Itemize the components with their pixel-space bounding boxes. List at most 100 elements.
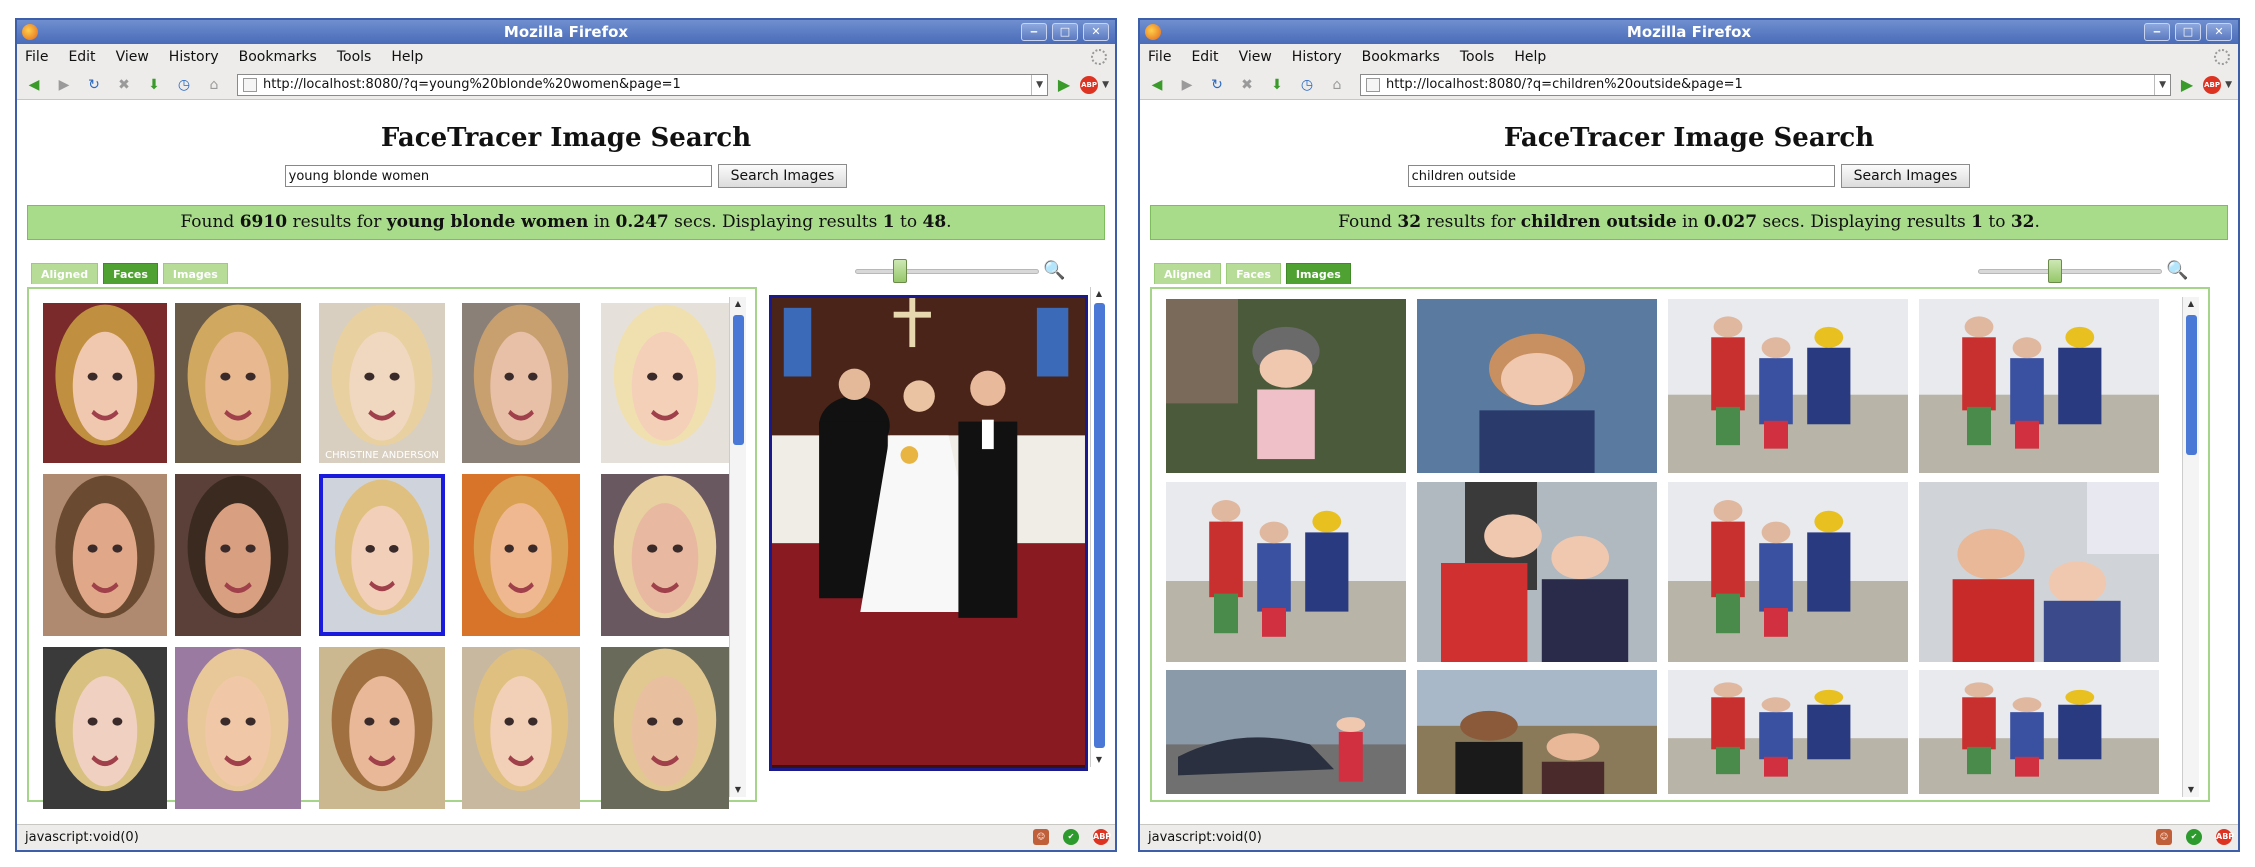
history-icon[interactable]: ◷ (1298, 76, 1316, 94)
menu-view[interactable]: View (116, 49, 149, 65)
menu-bookmarks[interactable]: Bookmarks (1362, 49, 1440, 65)
maximize-icon[interactable]: □ (2175, 23, 2201, 41)
image-thumbnail[interactable] (1166, 670, 1406, 794)
face-thumbnail[interactable] (175, 647, 301, 809)
page-scroll-down-icon[interactable]: ▼ (1091, 753, 1107, 767)
size-slider[interactable]: 🔍 (855, 259, 1065, 283)
tab-images[interactable]: Images (162, 263, 228, 284)
close-icon[interactable]: ✕ (2206, 23, 2232, 41)
image-thumbnail[interactable] (1166, 482, 1406, 662)
face-thumbnail[interactable] (43, 303, 167, 463)
adblock-dropdown-icon[interactable]: ▼ (1102, 80, 1109, 90)
scroll-down-icon[interactable]: ▼ (2183, 783, 2199, 797)
adblock-status-icon[interactable]: ABP (2216, 829, 2234, 845)
image-thumbnail[interactable] (1919, 670, 2159, 794)
minimize-icon[interactable]: ‒ (2144, 23, 2170, 41)
download-icon[interactable]: ⬇ (1268, 76, 1286, 94)
menu-file[interactable]: File (1148, 49, 1171, 65)
face-thumbnail[interactable] (175, 303, 301, 463)
slider-track[interactable] (855, 269, 1039, 274)
image-thumbnail[interactable] (1919, 482, 2159, 662)
results-scrollbar[interactable]: ▲ ▼ (729, 297, 746, 797)
addon-icon[interactable]: ☺ (1033, 829, 1049, 845)
face-thumbnail[interactable] (601, 647, 729, 809)
search-button[interactable]: Search Images (717, 164, 848, 188)
image-thumbnail[interactable] (1668, 299, 1908, 473)
face-thumbnail[interactable] (601, 474, 729, 636)
url-bar[interactable]: http://localhost:8080/?q=children%20outs… (1360, 73, 2172, 96)
home-icon[interactable]: ⌂ (1328, 76, 1346, 94)
menu-tools[interactable]: Tools (1460, 49, 1495, 65)
check-icon[interactable]: ✔ (2186, 829, 2202, 845)
home-icon[interactable]: ⌂ (205, 76, 223, 94)
image-thumbnail[interactable] (1919, 299, 2159, 473)
search-input[interactable] (1407, 165, 1835, 187)
search-button[interactable]: Search Images (1840, 164, 1971, 188)
forward-icon[interactable]: ▶ (55, 76, 73, 94)
back-icon[interactable]: ◀ (25, 76, 43, 94)
face-thumbnail[interactable]: CHRISTINE ANDERSON (319, 303, 445, 463)
image-thumbnail[interactable] (1166, 299, 1406, 473)
adblock-dropdown-icon[interactable]: ▼ (2225, 80, 2232, 90)
title-bar[interactable]: Mozilla Firefox ‒ □ ✕ (17, 20, 1115, 44)
menu-edit[interactable]: Edit (68, 49, 95, 65)
addon-icon[interactable]: ☺ (2156, 829, 2172, 845)
menu-bookmarks[interactable]: Bookmarks (239, 49, 317, 65)
menu-file[interactable]: File (25, 49, 48, 65)
adblock-icon[interactable]: ABP (2203, 75, 2222, 94)
url-dropdown-icon[interactable]: ▼ (2154, 74, 2170, 95)
title-bar[interactable]: Mozilla Firefox ‒ □ ✕ (1140, 20, 2238, 44)
face-thumbnail[interactable] (43, 647, 167, 809)
slider-track[interactable] (1978, 269, 2162, 274)
page-scroll-up-icon[interactable]: ▲ (1091, 287, 1107, 301)
preview-image[interactable] (769, 295, 1088, 771)
tab-faces[interactable]: Faces (1226, 263, 1281, 284)
scroll-down-icon[interactable]: ▼ (730, 783, 746, 797)
check-icon[interactable]: ✔ (1063, 829, 1079, 845)
size-slider[interactable]: 🔍 (1978, 259, 2188, 283)
tab-aligned[interactable]: Aligned (1154, 263, 1222, 284)
menu-edit[interactable]: Edit (1191, 49, 1218, 65)
download-icon[interactable]: ⬇ (145, 76, 163, 94)
image-thumbnail[interactable] (1417, 670, 1657, 794)
stop-icon[interactable]: ✖ (115, 76, 133, 94)
scroll-up-icon[interactable]: ▲ (730, 297, 746, 311)
tab-images[interactable]: Images (1285, 263, 1351, 284)
reload-icon[interactable]: ↻ (1208, 76, 1226, 94)
history-icon[interactable]: ◷ (175, 76, 193, 94)
face-thumbnail[interactable] (319, 647, 445, 809)
menu-history[interactable]: History (169, 49, 219, 65)
zoom-icon[interactable]: 🔍 (2166, 260, 2188, 282)
url-dropdown-icon[interactable]: ▼ (1031, 74, 1047, 95)
tab-faces[interactable]: Faces (103, 263, 158, 284)
close-icon[interactable]: ✕ (1083, 23, 1109, 41)
page-scrollbar[interactable]: ▲ ▼ (1090, 287, 1107, 767)
face-thumbnail[interactable] (462, 474, 580, 636)
face-thumbnail[interactable] (462, 647, 580, 809)
page-scroll-thumb[interactable] (1094, 303, 1105, 748)
image-thumbnail[interactable] (1668, 482, 1908, 662)
slider-thumb[interactable] (2048, 259, 2062, 283)
minimize-icon[interactable]: ‒ (1021, 23, 1047, 41)
scroll-thumb[interactable] (733, 315, 744, 445)
menu-help[interactable]: Help (1514, 49, 1546, 65)
forward-icon[interactable]: ▶ (1178, 76, 1196, 94)
menu-help[interactable]: Help (391, 49, 423, 65)
adblock-icon[interactable]: ABP (1080, 75, 1099, 94)
face-thumbnail[interactable] (462, 303, 580, 463)
image-thumbnail[interactable] (1668, 670, 1908, 794)
zoom-icon[interactable]: 🔍 (1043, 260, 1065, 282)
face-thumbnail[interactable] (601, 303, 729, 463)
menu-view[interactable]: View (1239, 49, 1272, 65)
url-text[interactable]: http://localhost:8080/?q=young%20blonde%… (263, 77, 1031, 92)
tab-aligned[interactable]: Aligned (31, 263, 99, 284)
url-bar[interactable]: http://localhost:8080/?q=young%20blonde%… (237, 73, 1049, 96)
reload-icon[interactable]: ↻ (85, 76, 103, 94)
back-icon[interactable]: ◀ (1148, 76, 1166, 94)
face-thumbnail[interactable] (43, 474, 167, 636)
menu-history[interactable]: History (1292, 49, 1342, 65)
stop-icon[interactable]: ✖ (1238, 76, 1256, 94)
url-text[interactable]: http://localhost:8080/?q=children%20outs… (1386, 77, 2154, 92)
maximize-icon[interactable]: □ (1052, 23, 1078, 41)
adblock-status-icon[interactable]: ABP (1093, 829, 1111, 845)
